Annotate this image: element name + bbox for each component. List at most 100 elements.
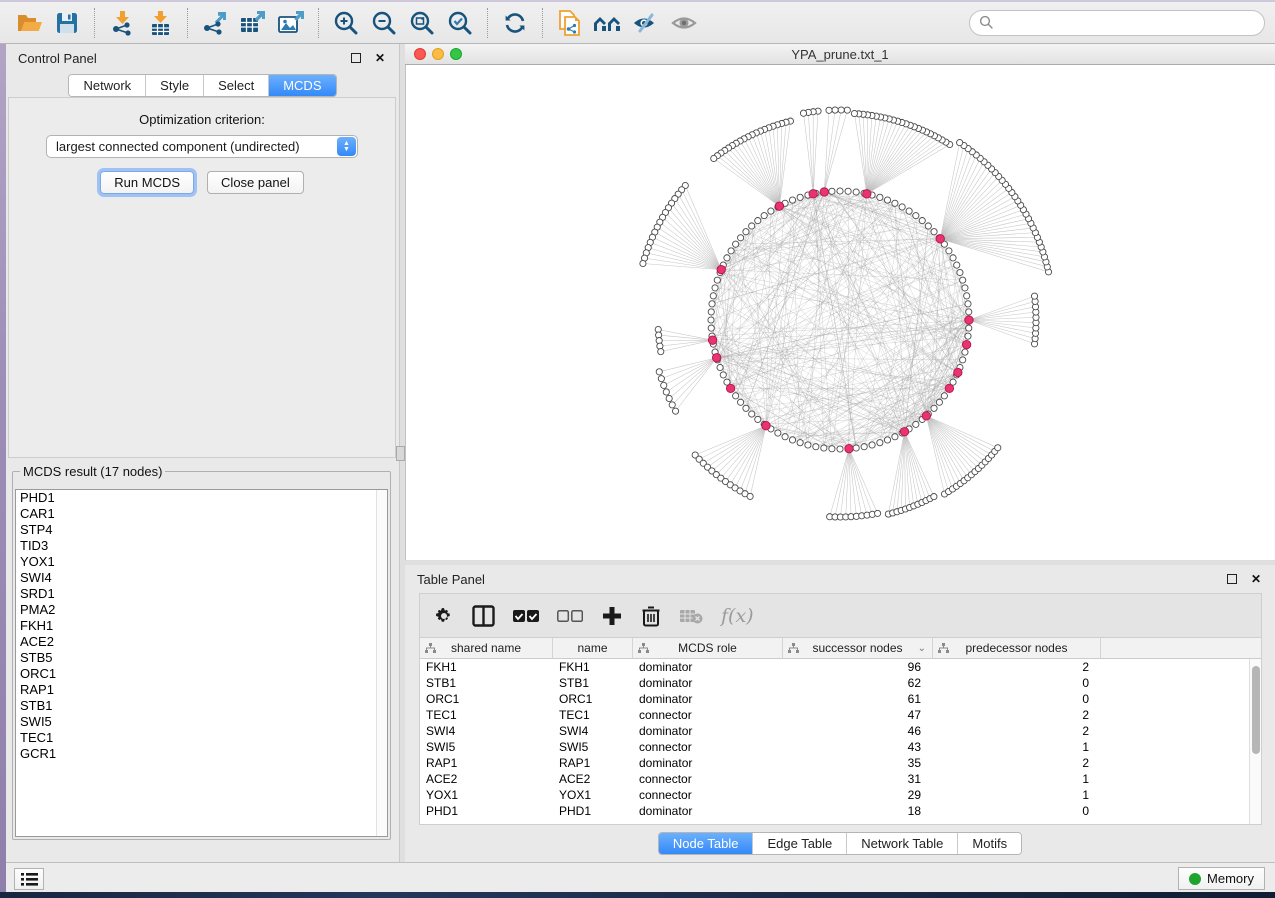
first-neighbors-icon[interactable] (589, 7, 627, 39)
column-header-MCDS-role[interactable]: MCDS role (633, 638, 783, 658)
zoom-out-icon[interactable] (365, 7, 403, 39)
cell-successor_nodes: 46 (783, 723, 933, 739)
search-input[interactable] (994, 15, 1255, 30)
table-scrollbar-thumb[interactable] (1252, 666, 1260, 754)
memory-status-icon (1189, 873, 1201, 885)
delete-column-icon[interactable] (641, 602, 661, 630)
mcds-result-item[interactable]: SRD1 (16, 586, 387, 602)
mcds-result-item[interactable]: RAP1 (16, 682, 387, 698)
memory-button[interactable]: Memory (1178, 867, 1265, 890)
mcds-result-item[interactable]: FKH1 (16, 618, 387, 634)
mcds-result-item[interactable]: ACE2 (16, 634, 387, 650)
tab-node-table[interactable]: Node Table (659, 833, 754, 854)
zoom-selected-icon[interactable] (441, 7, 479, 39)
mcds-result-item[interactable]: STB1 (16, 698, 387, 714)
table-toolbar: f(x) (419, 593, 1262, 637)
cell-name: SWI5 (553, 739, 633, 755)
import-table-icon[interactable] (141, 7, 179, 39)
tab-mcds[interactable]: MCDS (269, 75, 335, 96)
deselect-all-columns-icon[interactable] (557, 602, 583, 630)
panel-splitter-handle[interactable] (396, 446, 405, 461)
save-session-icon[interactable] (48, 7, 86, 39)
table-row[interactable]: STB1STB1dominator620 (420, 675, 1261, 691)
search-field[interactable] (969, 10, 1265, 36)
column-header-name[interactable]: name (553, 638, 633, 658)
float-panel-icon[interactable] (347, 50, 365, 66)
table-scrollbar[interactable] (1249, 659, 1261, 824)
mcds-result-item[interactable]: ORC1 (16, 666, 387, 682)
mcds-result-item[interactable]: CAR1 (16, 506, 387, 522)
table-row[interactable]: PHD1PHD1dominator180 (420, 803, 1261, 819)
column-header-successor-nodes[interactable]: successor nodes⌄ (783, 638, 933, 658)
table-row[interactable]: ORC1ORC1dominator610 (420, 691, 1261, 707)
mcds-result-item[interactable]: PMA2 (16, 602, 387, 618)
cell-name: YOX1 (553, 787, 633, 803)
mcds-result-item[interactable]: STP4 (16, 522, 387, 538)
table-row[interactable]: FKH1FKH1dominator962 (420, 659, 1261, 675)
close-panel-icon[interactable]: ✕ (371, 50, 389, 66)
export-table-icon[interactable] (234, 7, 272, 39)
optimization-criterion-select[interactable]: largest connected component (undirected)… (46, 135, 358, 158)
tab-edge-table[interactable]: Edge Table (753, 833, 847, 854)
network-window-titlebar[interactable]: YPA_prune.txt_1 (405, 44, 1275, 65)
cell-shared_name: FKH1 (420, 659, 553, 675)
hide-selected-icon[interactable] (627, 7, 665, 39)
import-network-icon[interactable] (103, 7, 141, 39)
cell-shared_name: TEC1 (420, 707, 553, 723)
tab-style[interactable]: Style (146, 75, 204, 96)
close-table-panel-icon[interactable]: ✕ (1247, 571, 1265, 587)
mcds-result-item[interactable]: PHD1 (16, 490, 387, 506)
task-history-button[interactable] (14, 868, 44, 890)
select-all-columns-icon[interactable] (513, 602, 539, 630)
network-view-window: YPA_prune.txt_1 (405, 44, 1275, 560)
cell-predecessor_nodes: 0 (933, 691, 1101, 707)
mcds-result-item[interactable]: SWI4 (16, 570, 387, 586)
show-column-panel-icon[interactable] (472, 602, 495, 630)
mcds-result-item[interactable]: TEC1 (16, 730, 387, 746)
cell-predecessor_nodes: 0 (933, 675, 1101, 691)
mcds-result-item[interactable]: YOX1 (16, 554, 387, 570)
delete-table-icon[interactable] (679, 602, 703, 630)
tab-select[interactable]: Select (204, 75, 269, 96)
close-panel-button[interactable]: Close panel (207, 171, 304, 194)
table-row[interactable]: RAP1RAP1dominator352 (420, 755, 1261, 771)
float-table-panel-icon[interactable] (1223, 571, 1241, 587)
cell-shared_name: RAP1 (420, 755, 553, 771)
table-row[interactable]: TEC1TEC1connector472 (420, 707, 1261, 723)
cell-name: TEC1 (553, 707, 633, 723)
mcds-result-list[interactable]: PHD1CAR1STP4TID3YOX1SWI4SRD1PMA2FKH1ACE2… (15, 489, 388, 837)
export-network-icon[interactable] (196, 7, 234, 39)
cell-name: SWI4 (553, 723, 633, 739)
mcds-result-item[interactable]: SWI5 (16, 714, 387, 730)
column-header-shared-name[interactable]: shared name (420, 638, 553, 658)
new-network-from-selection-icon[interactable] (551, 7, 589, 39)
open-file-icon[interactable] (10, 7, 48, 39)
refresh-layout-icon[interactable] (496, 7, 534, 39)
add-column-icon[interactable] (601, 602, 623, 630)
run-mcds-button[interactable]: Run MCDS (100, 171, 194, 194)
table-row[interactable]: SWI4SWI4dominator462 (420, 723, 1261, 739)
tab-network[interactable]: Network (69, 75, 146, 96)
zoom-in-icon[interactable] (327, 7, 365, 39)
function-builder-icon[interactable]: f(x) (721, 602, 754, 630)
table-options-gear-icon[interactable] (434, 602, 454, 630)
mcds-result-item[interactable]: GCR1 (16, 746, 387, 762)
memory-button-label: Memory (1207, 871, 1254, 886)
tab-network-table[interactable]: Network Table (847, 833, 958, 854)
cell-shared_name: SWI5 (420, 739, 553, 755)
mcds-result-item[interactable]: TID3 (16, 538, 387, 554)
network-canvas[interactable] (405, 65, 1275, 560)
cell-mcds_role: dominator (633, 755, 783, 771)
column-header-predecessor-nodes[interactable]: predecessor nodes (933, 638, 1101, 658)
table-row[interactable]: SWI5SWI5connector431 (420, 739, 1261, 755)
table-row[interactable]: YOX1YOX1connector291 (420, 787, 1261, 803)
cell-successor_nodes: 31 (783, 771, 933, 787)
control-panel-title: Control Panel (18, 51, 97, 66)
mcds-list-scrollbar[interactable] (376, 490, 387, 836)
table-row[interactable]: ACE2ACE2connector311 (420, 771, 1261, 787)
show-all-icon[interactable] (665, 7, 703, 39)
tab-motifs[interactable]: Motifs (958, 833, 1021, 854)
mcds-result-item[interactable]: STB5 (16, 650, 387, 666)
zoom-fit-icon[interactable] (403, 7, 441, 39)
export-image-icon[interactable] (272, 7, 310, 39)
